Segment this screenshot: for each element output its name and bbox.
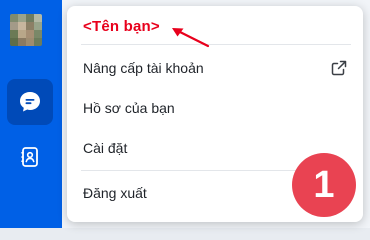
step-number-badge: 1 — [292, 153, 356, 217]
